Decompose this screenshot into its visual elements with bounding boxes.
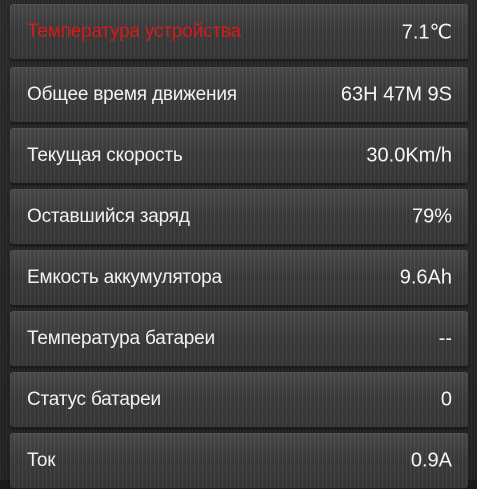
row-battery-capacity: Емкость аккумулятора 9.6Ah bbox=[10, 250, 468, 306]
current-speed-value: 30.0Km/h bbox=[366, 144, 452, 167]
total-travel-time-value: 63H 47M 9S bbox=[340, 83, 452, 106]
current-speed-label: Текущая скорость bbox=[27, 145, 183, 166]
row-total-travel-time: Общее время движения 63H 47M 9S bbox=[10, 67, 468, 123]
row-device-temperature: Температура устройства 7.1℃ bbox=[10, 4, 468, 60]
current-label: Ток bbox=[27, 450, 56, 471]
row-battery-status: Статус батареи 0 bbox=[10, 372, 468, 428]
remaining-charge-value: 79% bbox=[411, 205, 452, 228]
device-temperature-value: 7.1℃ bbox=[401, 21, 452, 44]
device-status-panel: Температура устройства 7.1℃ Общее время … bbox=[0, 0, 477, 489]
current-value: 0.9A bbox=[410, 449, 452, 472]
total-travel-time-label: Общее время движения bbox=[27, 84, 237, 105]
device-temperature-label: Температура устройства bbox=[27, 21, 241, 42]
battery-capacity-value: 9.6Ah bbox=[399, 266, 452, 289]
battery-status-label: Статус батареи bbox=[27, 389, 161, 410]
battery-temperature-label: Температура батареи bbox=[27, 328, 215, 349]
battery-temperature-value: -- bbox=[438, 327, 452, 350]
row-current: Ток 0.9A bbox=[10, 433, 468, 489]
battery-status-value: 0 bbox=[440, 388, 452, 411]
battery-capacity-label: Емкость аккумулятора bbox=[27, 267, 222, 288]
remaining-charge-label: Оставшийся заряд bbox=[27, 206, 190, 227]
row-battery-temperature: Температура батареи -- bbox=[10, 311, 468, 367]
row-current-speed: Текущая скорость 30.0Km/h bbox=[10, 128, 468, 184]
row-remaining-charge: Оставшийся заряд 79% bbox=[10, 189, 468, 245]
